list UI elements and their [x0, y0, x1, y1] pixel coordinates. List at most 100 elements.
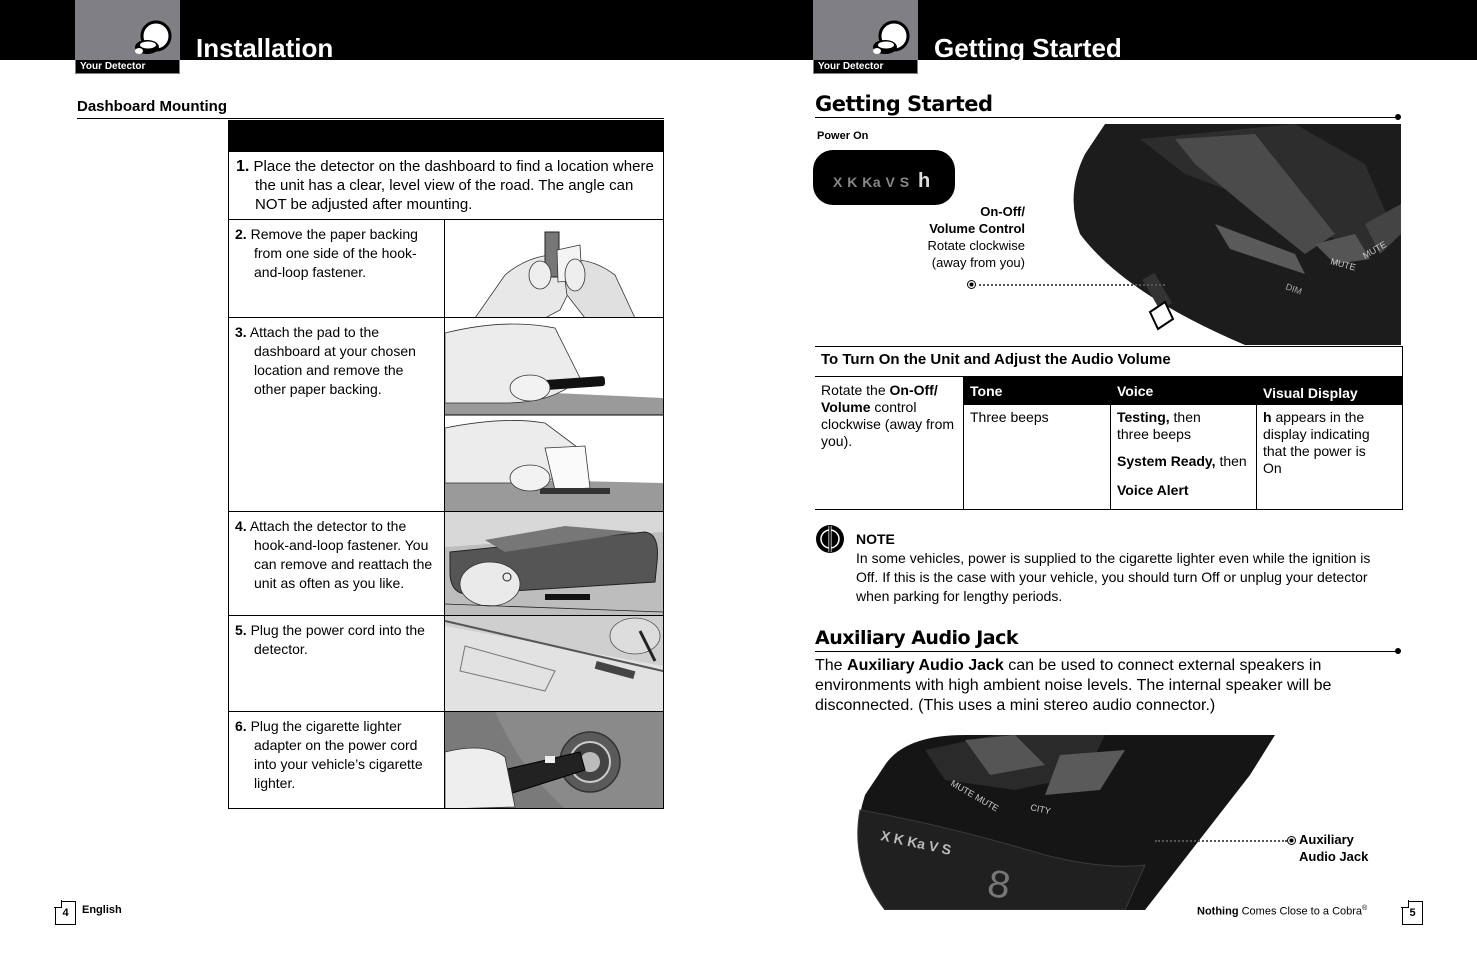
step-row: 4. Attach the detector to the hook-and-l… — [229, 511, 663, 615]
aux-jack-callout: Auxiliary Audio Jack — [1299, 831, 1368, 865]
note-block: NOTE In some vehicles, power is supplied… — [856, 530, 1396, 606]
tone-column: Tone Three beeps — [963, 377, 1110, 509]
illustration-lighter-adapter — [445, 712, 663, 808]
tab-label: Your Detector — [813, 60, 918, 74]
callout-target-icon — [967, 280, 976, 289]
voice-text: then — [1215, 453, 1247, 469]
step-body: Attach the pad to the dashboard at your … — [249, 324, 416, 397]
step-text: 5. Plug the power cord into the detector… — [229, 616, 445, 711]
callout-line: Auxiliary — [1299, 832, 1354, 847]
step-row: 3. Attach the pad to the dashboard at yo… — [229, 317, 663, 511]
page-number-badge: 5 — [1401, 900, 1423, 925]
voice-value: Testing, then three beeps System Ready, … — [1111, 405, 1256, 503]
rule-end-dot — [1395, 648, 1401, 654]
page-number-badge: 4 — [54, 900, 76, 925]
table-header-bar — [229, 121, 663, 151]
illustration-plug-cord — [445, 616, 663, 711]
voice-bold: Testing, — [1117, 409, 1170, 425]
callout-title: On-Off/ — [980, 204, 1025, 219]
tab-label: Your Detector — [75, 60, 180, 74]
step-body: Plug the cigarette lighter adapter on th… — [250, 718, 423, 791]
step-row: 2. Remove the paper backing from one sid… — [229, 219, 663, 317]
page-header-title: Getting Started — [934, 33, 1122, 60]
section-title: Getting Started — [815, 92, 993, 116]
step-number: 1. — [236, 158, 250, 175]
detector-photo-top: DIM MUTE MUTE — [1065, 124, 1401, 345]
column-header-voice: Voice — [1111, 377, 1256, 405]
instruction-text: Rotate the — [821, 382, 890, 398]
aux-leader-line — [1155, 840, 1287, 842]
callout-title: Volume Control — [929, 221, 1025, 236]
step-text: 1. Place the detector on the dashboard t… — [229, 152, 663, 219]
step-body: Place the detector on the dashboard to f… — [253, 158, 654, 213]
display-power-on: X K Ka V S h — [813, 150, 955, 205]
note-title: NOTE — [856, 531, 895, 547]
note-text: In some vehicles, power is supplied to t… — [856, 550, 1371, 604]
illustration-attach-pad — [445, 318, 663, 511]
step-number: 5. — [235, 622, 247, 638]
your-detector-tab-left: Your Detector — [75, 0, 180, 74]
callout-desc: (away from you) — [931, 255, 1025, 270]
step-text: 3. Attach the pad to the dashboard at yo… — [229, 318, 445, 511]
voice-bold: Voice Alert — [1117, 482, 1189, 498]
footer-tagline: Nothing Comes Close to a Cobra® — [1197, 905, 1367, 918]
section-rule — [77, 118, 664, 119]
mounting-steps-table: 1. Place the detector on the dashboard t… — [228, 120, 664, 809]
power-on-table: To Turn On the Unit and Adjust the Audio… — [815, 346, 1403, 510]
step-number: 6. — [235, 718, 247, 734]
power-on-label: Power On — [817, 130, 869, 142]
page-number: 4 — [62, 907, 69, 919]
rule-end-dot — [1395, 114, 1401, 120]
your-detector-tab-right: Your Detector — [813, 0, 918, 74]
visual-text: appears in the display indicating that t… — [1263, 409, 1370, 476]
display-bands: X K Ka V S — [833, 174, 910, 190]
step-text: 4. Attach the detector to the hook-and-l… — [229, 512, 445, 615]
step-number: 2. — [235, 226, 247, 242]
table-body: Rotate the On-Off/ Volume control clockw… — [815, 377, 1402, 509]
instruction-bold: Volume — [821, 399, 871, 415]
step-row: 1. Place the detector on the dashboard t… — [229, 151, 663, 219]
para-text: The — [815, 657, 848, 674]
detector-photo-bottom: X K Ka V S 8 MUTE MUTE CITY — [845, 735, 1277, 910]
detector-logo-icon — [135, 20, 172, 54]
aux-paragraph: The Auxiliary Audio Jack can be used to … — [815, 656, 1375, 716]
column-header-visual: Visual Display — [1257, 377, 1402, 405]
instruction-bold: On-Off/ — [889, 382, 938, 398]
callout-leader-line — [979, 284, 1165, 286]
volume-control-callout: On-Off/ Volume Control Rotate clockwise … — [905, 203, 1025, 271]
registered-mark: ® — [1362, 905, 1368, 912]
step-body: Attach the detector to the hook-and-loop… — [249, 518, 433, 591]
voice-column: Voice Testing, then three beeps System R… — [1110, 377, 1256, 509]
step-number: 3. — [235, 324, 247, 340]
step-row: 5. Plug the power cord into the detector… — [229, 615, 663, 711]
step-body: Remove the paper backing from one side o… — [250, 226, 418, 280]
tagline-text: Comes Close to a Cobra — [1238, 905, 1363, 918]
visual-value: h appears in the display indicating that… — [1257, 405, 1387, 481]
illustration-peel-backing — [445, 220, 663, 317]
callout-line: Audio Jack — [1299, 849, 1369, 864]
step-text: 2. Remove the paper backing from one sid… — [229, 220, 445, 317]
power-on-glyph: h — [1263, 409, 1272, 425]
power-on-glyph: h — [917, 170, 931, 192]
table-caption: To Turn On the Unit and Adjust the Audio… — [815, 347, 1402, 377]
page-number: 5 — [1409, 907, 1416, 919]
instruction-cell: Rotate the On-Off/ Volume control clockw… — [815, 377, 963, 509]
aux-target-icon — [1287, 836, 1296, 845]
aux-section-title: Auxiliary Audio Jack — [815, 627, 1019, 649]
para-bold: Auxiliary Audio Jack — [847, 657, 1004, 674]
step-body: Plug the power cord into the detector. — [250, 622, 425, 657]
illustration-attach-detector — [445, 512, 663, 615]
voice-bold: System Ready, — [1117, 453, 1216, 469]
column-header-tone: Tone — [964, 377, 1110, 405]
note-icon — [816, 525, 844, 553]
footer-language: English — [82, 904, 122, 916]
page-header-title: Installation — [196, 33, 334, 60]
detector-logo-icon — [873, 20, 910, 54]
section-title: Dashboard Mounting — [77, 98, 227, 115]
tone-value: Three beeps — [970, 409, 1049, 425]
visual-display-column: Visual Display h appears in the display … — [1256, 377, 1402, 509]
step-row: 6. Plug the cigarette lighter adapter on… — [229, 711, 663, 808]
section-rule — [815, 651, 1398, 652]
tagline-bold: Nothing — [1197, 905, 1239, 918]
callout-desc: Rotate clockwise — [927, 238, 1025, 253]
